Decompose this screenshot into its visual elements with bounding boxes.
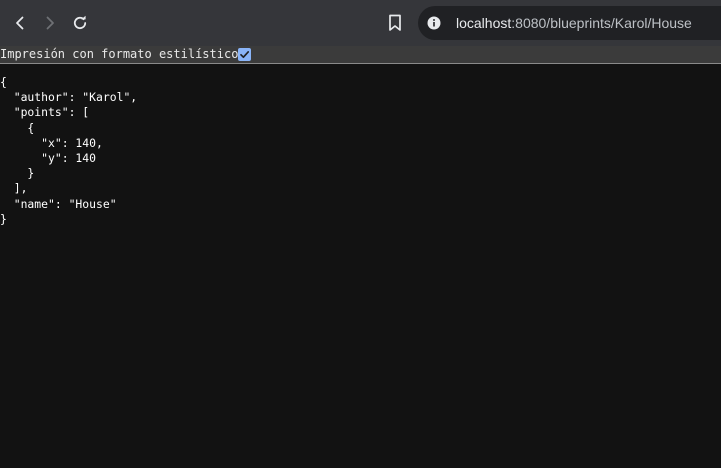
info-icon[interactable] — [427, 16, 441, 30]
json-line: "points": [ — [0, 105, 90, 120]
forward-button[interactable] — [36, 9, 64, 37]
json-line: ], — [0, 181, 28, 196]
json-line: "author": "Karol", — [0, 90, 138, 105]
chevron-left-icon — [16, 16, 24, 30]
reload-icon — [73, 15, 87, 30]
json-line: "y": 140 — [0, 151, 97, 166]
json-line: } — [0, 166, 35, 181]
bookmark-icon — [389, 14, 401, 31]
pretty-print-checkbox[interactable] — [238, 48, 251, 61]
url-host: localhost — [456, 15, 512, 31]
chevron-right-icon — [46, 16, 54, 30]
json-line: } — [0, 211, 7, 226]
address-bar[interactable]: localhost:8080/blueprints/Karol/House — [418, 6, 721, 40]
back-button[interactable] — [6, 9, 34, 37]
json-line: { — [0, 75, 7, 89]
browser-toolbar: localhost:8080/blueprints/Karol/House — [0, 0, 721, 46]
bookmark-button[interactable] — [381, 9, 409, 37]
checkmark-icon — [240, 51, 250, 59]
pretty-print-bar: Impresión con formato estilístico — [0, 46, 721, 64]
reload-button[interactable] — [66, 9, 94, 37]
json-line: "x": 140, — [0, 135, 103, 150]
pretty-print-label: Impresión con formato estilístico — [0, 47, 239, 61]
json-line: "name": "House" — [0, 196, 117, 211]
url-text[interactable]: localhost:8080/blueprints/Karol/House — [456, 6, 692, 40]
json-line: { — [0, 120, 35, 135]
json-viewer: { "author": "Karol", "points": [ { "x": … — [0, 75, 137, 227]
url-path: :8080/blueprints/Karol/House — [511, 15, 692, 31]
